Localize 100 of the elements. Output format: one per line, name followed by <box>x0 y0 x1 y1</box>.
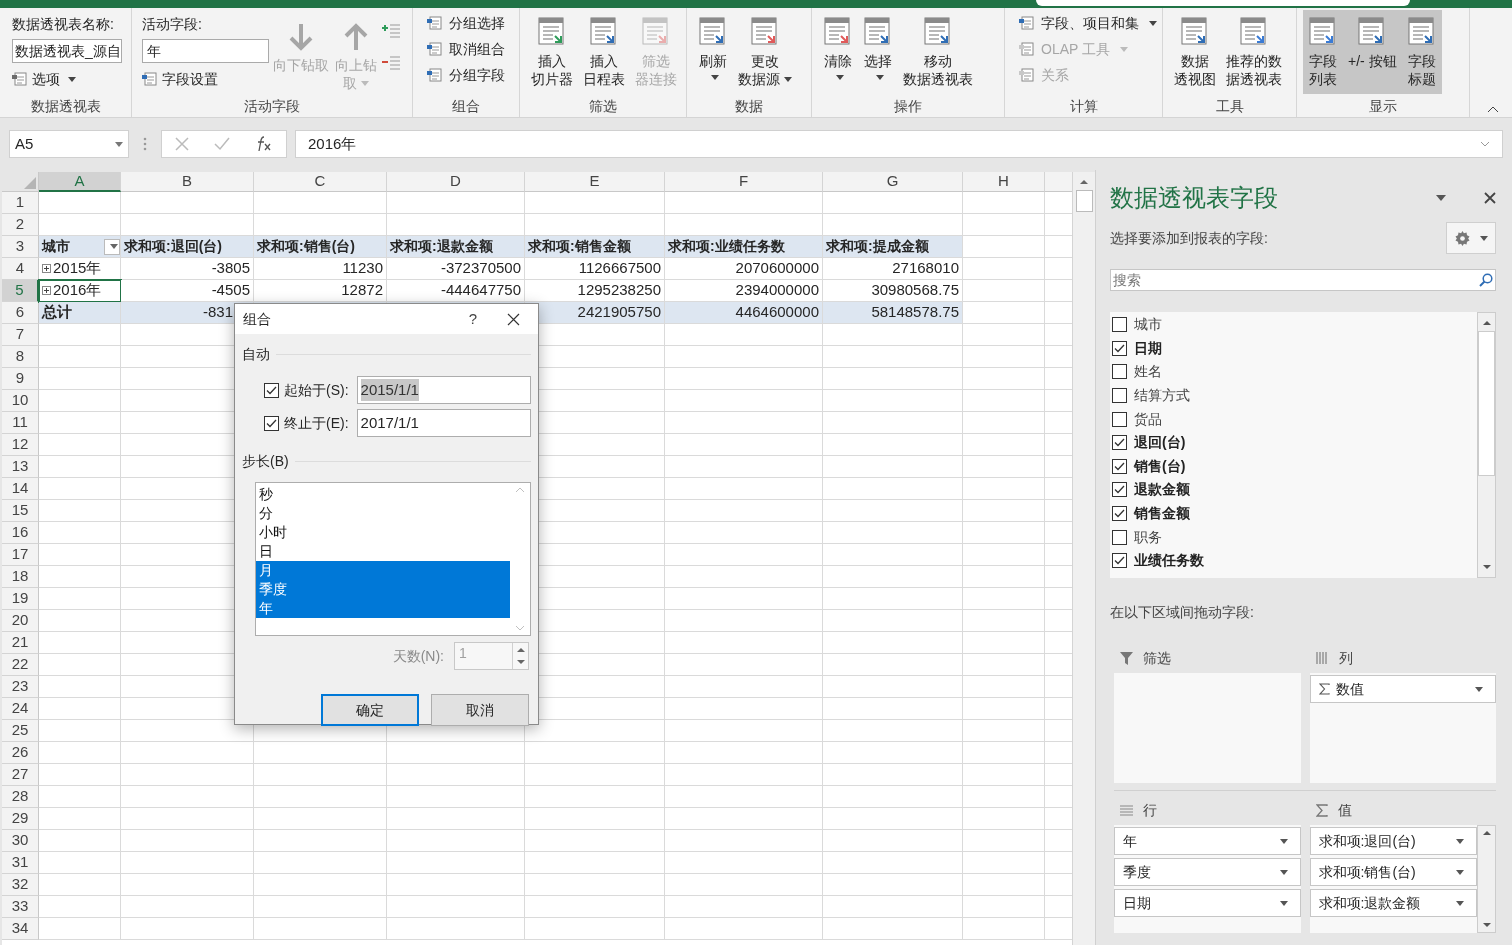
area-field[interactable]: 日期 <box>1114 889 1301 917</box>
column-header[interactable]: E <box>525 172 665 192</box>
column-header[interactable]: A <box>39 172 121 192</box>
checkbox[interactable] <box>1112 411 1127 427</box>
row-header[interactable]: 13 <box>2 456 39 478</box>
ribbon-button[interactable]: 选择 <box>858 10 898 94</box>
row-header[interactable]: 21 <box>2 632 39 654</box>
checkbox[interactable] <box>264 415 279 431</box>
dialog-button[interactable]: 取消 <box>431 694 529 726</box>
field-name[interactable]: 结算方式 <box>1134 385 1190 407</box>
checkbox[interactable] <box>1112 435 1127 451</box>
ribbon-button[interactable]: 数据 透视图 <box>1169 10 1221 94</box>
row-header[interactable]: 26 <box>2 742 39 764</box>
row-header[interactable]: 29 <box>2 808 39 830</box>
settings-button[interactable] <box>1446 222 1496 254</box>
row-header[interactable]: 22 <box>2 654 39 676</box>
checkbox[interactable] <box>1112 458 1127 474</box>
row-header[interactable]: 30 <box>2 830 39 852</box>
search-field[interactable]: 搜索 <box>1110 269 1496 291</box>
ribbon-button[interactable]: 取消组合 <box>425 36 519 62</box>
row-header[interactable]: 18 <box>2 566 39 588</box>
ribbon-button[interactable]: 分组选择 <box>425 10 519 36</box>
field-name[interactable]: 退回(台) <box>1134 432 1186 454</box>
step-list[interactable]: 秒 分 小时 日 月 季度 年 <box>255 482 531 636</box>
checkbox[interactable] <box>264 382 279 398</box>
row-header[interactable]: 9 <box>2 368 39 390</box>
ribbon-button[interactable]: 移动 数据透视表 <box>898 10 978 94</box>
field-name[interactable]: 业绩任务数 <box>1134 550 1204 572</box>
pane-menu-icon[interactable] <box>1436 195 1446 201</box>
row-header[interactable]: 20 <box>2 610 39 632</box>
ribbon-button[interactable]: 清除 <box>818 10 858 94</box>
options-button[interactable]: 选项 <box>12 67 131 91</box>
list-item[interactable]: 月 <box>256 561 510 580</box>
expand-icon[interactable] <box>42 264 51 273</box>
row-header[interactable]: 14 <box>2 478 39 500</box>
list-item[interactable]: 年 <box>256 599 510 618</box>
row-header[interactable]: 4 <box>2 258 39 280</box>
row-header[interactable]: 2 <box>2 214 39 236</box>
ribbon-button[interactable]: 刷新 <box>693 10 733 94</box>
formula-input[interactable]: 2016年 <box>295 130 1503 158</box>
dialog-button[interactable]: 确定 <box>321 694 419 726</box>
field-name[interactable]: 职务 <box>1134 526 1162 548</box>
column-header[interactable]: B <box>121 172 254 192</box>
column-header[interactable]: F <box>665 172 823 192</box>
active-field-input[interactable]: 年 <box>142 39 269 63</box>
list-item[interactable]: 季度 <box>256 580 510 599</box>
list-item[interactable]: 秒 <box>256 485 510 504</box>
list-item[interactable]: 小时 <box>256 523 510 542</box>
row-header[interactable]: 17 <box>2 544 39 566</box>
field-name[interactable]: 销售金额 <box>1134 503 1190 525</box>
ribbon-button[interactable]: 插入 切片器 <box>526 10 578 94</box>
ribbon-button[interactable]: +/- 按钮 <box>1343 10 1402 94</box>
list-item[interactable]: 日 <box>256 542 510 561</box>
row-header[interactable]: 7 <box>2 324 39 346</box>
row-header[interactable]: 10 <box>2 390 39 412</box>
date-field[interactable]: 2017/1/1 <box>356 409 531 437</box>
field-name[interactable]: 姓名 <box>1134 361 1162 383</box>
area-field[interactable]: 求和项:退款金额 <box>1309 889 1477 917</box>
area-field[interactable]: 数值 <box>1309 675 1496 703</box>
list-scrollbar[interactable] <box>1477 312 1496 578</box>
field-name[interactable]: 销售(台) <box>1134 455 1186 477</box>
list-item[interactable]: 分 <box>256 504 510 523</box>
row-header[interactable]: 27 <box>2 764 39 786</box>
row-header[interactable]: 1 <box>2 192 39 214</box>
area-field[interactable]: 求和项:销售(台) <box>1309 858 1477 886</box>
area-field[interactable]: 年 <box>1114 827 1301 855</box>
row-header[interactable]: 32 <box>2 874 39 896</box>
row-header[interactable]: 23 <box>2 676 39 698</box>
area-field[interactable]: 求和项:退回(台) <box>1309 827 1477 855</box>
field-name[interactable]: 退款金额 <box>1134 479 1190 501</box>
filter-dropdown-button[interactable] <box>104 238 120 255</box>
ribbon-button[interactable]: 插入 日程表 <box>578 10 630 94</box>
drop-area[interactable]: 求和项:退回(台) 求和项:销售(台) 求和项:退款金额 <box>1309 825 1496 933</box>
checkbox[interactable] <box>1112 553 1127 569</box>
ribbon-button[interactable]: 字段 列表 <box>1303 10 1343 94</box>
row-header[interactable]: 5 <box>2 280 39 302</box>
collapse-field-icon[interactable] <box>381 54 401 72</box>
row-header[interactable]: 33 <box>2 896 39 918</box>
ribbon-button[interactable]: 字段、项目和集 <box>1017 10 1162 36</box>
row-header[interactable]: 19 <box>2 588 39 610</box>
ribbon-button[interactable]: 字段 标题 <box>1401 10 1442 94</box>
field-settings-button[interactable]: 字段设置 <box>142 67 269 91</box>
checkbox[interactable] <box>1112 364 1127 380</box>
column-header[interactable]: H <box>963 172 1045 192</box>
vertical-scrollbar[interactable] <box>1072 172 1095 945</box>
area-field[interactable]: 季度 <box>1114 858 1301 886</box>
row-header[interactable]: 31 <box>2 852 39 874</box>
checkbox[interactable] <box>1112 506 1127 522</box>
area-scrollbar[interactable] <box>1477 825 1496 933</box>
row-header[interactable]: 6 <box>2 302 39 324</box>
checkbox[interactable] <box>1112 482 1127 498</box>
row-header[interactable]: 15 <box>2 500 39 522</box>
checkbox[interactable] <box>1112 529 1127 545</box>
row-header[interactable]: 3 <box>2 236 39 258</box>
help-button[interactable]: ? <box>458 307 488 331</box>
close-icon[interactable] <box>1484 192 1496 204</box>
pivot-name-field[interactable]: 数据透视表_源自 <box>12 39 122 63</box>
field-name[interactable]: 日期 <box>1134 337 1162 359</box>
checkbox[interactable] <box>1112 388 1127 404</box>
field-name[interactable]: 城市 <box>1134 314 1162 336</box>
